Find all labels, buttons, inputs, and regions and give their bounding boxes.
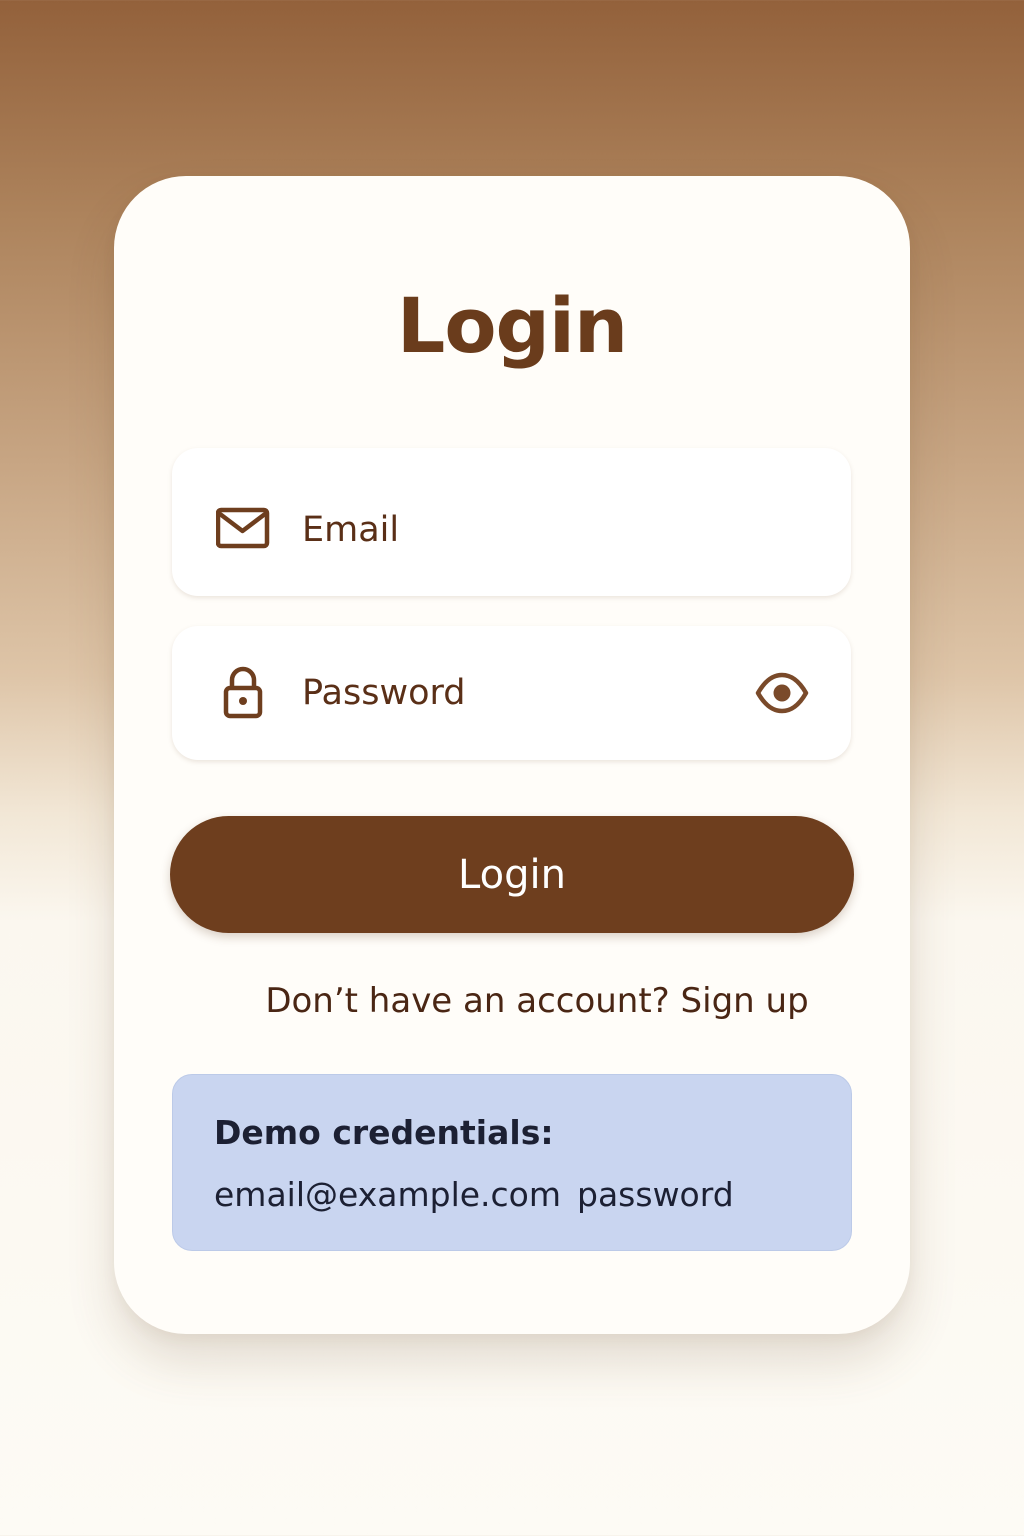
page-title: Login (396, 281, 628, 370)
email-input[interactable] (302, 500, 732, 560)
demo-credentials-title: Demo credentials: (214, 1113, 554, 1152)
email-field[interactable] (172, 448, 851, 596)
signup-prompt: Don’t have an account? Sign up (0, 978, 1024, 1024)
demo-password: password (577, 1175, 734, 1214)
signup-prompt-text: Don’t have an account? (265, 981, 670, 1021)
password-field[interactable] (172, 626, 851, 760)
signup-link[interactable]: Sign up (681, 981, 809, 1021)
demo-email: email@example.com (214, 1175, 562, 1214)
demo-credentials-box: Demo credentials: email@example.com passw… (172, 1074, 852, 1251)
login-button[interactable]: Login (170, 816, 854, 933)
demo-credentials-line: email@example.com password (214, 1175, 734, 1214)
mail-icon (216, 507, 270, 549)
eye-icon[interactable] (752, 668, 812, 718)
password-input[interactable] (302, 663, 732, 723)
lock-icon (223, 666, 263, 719)
